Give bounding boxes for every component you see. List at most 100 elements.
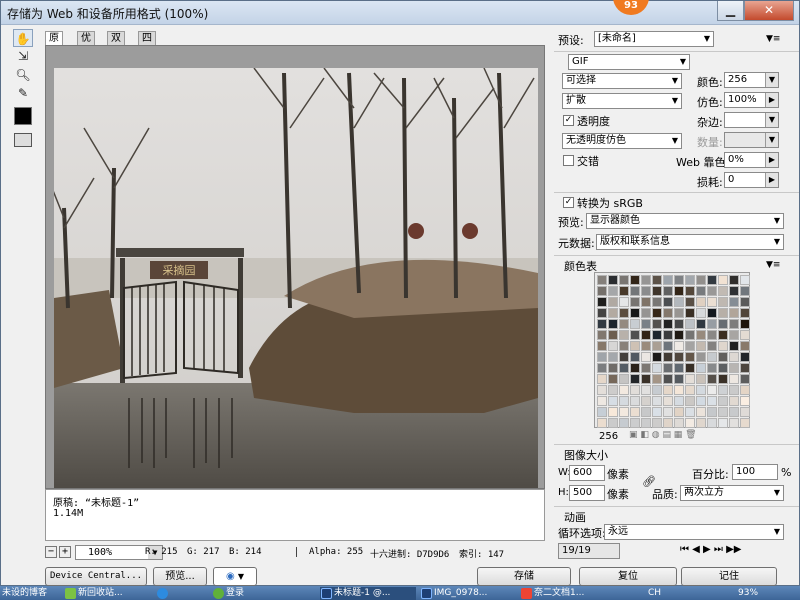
- color-swatch[interactable]: [696, 297, 706, 307]
- color-swatch[interactable]: [630, 319, 640, 329]
- color-swatch[interactable]: [608, 363, 618, 373]
- color-swatch[interactable]: [707, 407, 717, 417]
- color-swatch[interactable]: [641, 396, 651, 406]
- color-swatch[interactable]: [718, 407, 728, 417]
- hand-icon[interactable]: ✋: [13, 29, 33, 47]
- color-swatch[interactable]: [707, 286, 717, 296]
- color-swatch[interactable]: [608, 308, 618, 318]
- color-swatch[interactable]: [740, 352, 750, 362]
- color-swatch[interactable]: [707, 418, 717, 428]
- color-swatch[interactable]: [740, 275, 750, 285]
- color-swatch[interactable]: [740, 286, 750, 296]
- color-swatch[interactable]: [663, 308, 673, 318]
- color-table-menu-icon[interactable]: ▼≡: [766, 260, 780, 270]
- color-swatch[interactable]: [729, 418, 739, 428]
- color-swatch[interactable]: [630, 286, 640, 296]
- color-swatch[interactable]: [663, 418, 673, 428]
- color-swatch[interactable]: [740, 330, 750, 340]
- color-swatch[interactable]: [729, 374, 739, 384]
- color-swatch[interactable]: [641, 297, 651, 307]
- color-swatch[interactable]: [685, 275, 695, 285]
- color-swatch[interactable]: [619, 385, 629, 395]
- notification-badge[interactable]: 93: [613, 0, 649, 15]
- quality-select[interactable]: 两次立方 ▼: [680, 485, 784, 501]
- color-swatch[interactable]: [619, 407, 629, 417]
- color-swatch[interactable]: [674, 319, 684, 329]
- color-swatch[interactable]: [729, 385, 739, 395]
- color-swatch[interactable]: [674, 396, 684, 406]
- matte-combo[interactable]: ▼: [724, 112, 779, 128]
- color-swatch[interactable]: [641, 319, 651, 329]
- color-swatch[interactable]: [696, 407, 706, 417]
- color-swatch[interactable]: [696, 396, 706, 406]
- color-swatch[interactable]: [696, 319, 706, 329]
- minimize-icon[interactable]: ▁: [717, 1, 744, 21]
- taskbar-item-browser[interactable]: [156, 587, 208, 600]
- color-swatch[interactable]: [597, 275, 607, 285]
- color-swatch[interactable]: [630, 385, 640, 395]
- slice-select-icon[interactable]: ⇲: [13, 47, 33, 65]
- tab-original[interactable]: 原稿: [45, 31, 63, 58]
- color-swatch[interactable]: [597, 286, 607, 296]
- color-swatch[interactable]: [619, 341, 629, 351]
- interlaced-checkbox[interactable]: [563, 155, 574, 166]
- color-swatch[interactable]: [641, 418, 651, 428]
- preset-select[interactable]: [未命名] ▼: [594, 31, 714, 47]
- color-swatch[interactable]: [674, 308, 684, 318]
- color-swatch[interactable]: [685, 330, 695, 340]
- color-swatch[interactable]: [718, 330, 728, 340]
- color-swatch[interactable]: [718, 418, 728, 428]
- taskbar-item-blog[interactable]: 未设的博客: [0, 587, 58, 600]
- color-reduction-select[interactable]: 可选择 ▼: [562, 73, 682, 89]
- color-swatch[interactable]: [663, 297, 673, 307]
- color-swatch[interactable]: [740, 396, 750, 406]
- color-swatch[interactable]: [630, 374, 640, 384]
- color-swatch[interactable]: [707, 352, 717, 362]
- zoom-icon[interactable]: 🔍︎: [13, 66, 33, 84]
- color-swatch[interactable]: [663, 275, 673, 285]
- color-swatch[interactable]: [630, 275, 640, 285]
- color-swatch[interactable]: [729, 330, 739, 340]
- color-swatch[interactable]: [663, 341, 673, 351]
- color-swatch[interactable]: [608, 286, 618, 296]
- eyedropper-color-swatch[interactable]: [14, 107, 32, 125]
- color-swatch[interactable]: [597, 308, 607, 318]
- color-swatch[interactable]: [674, 275, 684, 285]
- color-swatch[interactable]: [630, 418, 640, 428]
- taskbar-item-img[interactable]: IMG_0978...: [420, 587, 516, 600]
- close-icon[interactable]: ✕: [744, 1, 794, 21]
- color-swatch[interactable]: [641, 352, 651, 362]
- loop-select[interactable]: 永远 ▼: [604, 524, 784, 540]
- toggle-slice-visibility-icon[interactable]: [14, 133, 32, 147]
- preview-button[interactable]: 预览...: [153, 567, 207, 586]
- color-swatch[interactable]: [685, 308, 695, 318]
- color-swatch[interactable]: [663, 385, 673, 395]
- color-swatch[interactable]: [652, 385, 662, 395]
- color-swatch[interactable]: [663, 330, 673, 340]
- remember-button[interactable]: 记住: [681, 567, 777, 586]
- color-swatch[interactable]: [608, 374, 618, 384]
- color-swatch[interactable]: [630, 363, 640, 373]
- color-swatch[interactable]: [696, 363, 706, 373]
- color-swatch[interactable]: [652, 407, 662, 417]
- color-swatch[interactable]: [630, 297, 640, 307]
- color-swatch[interactable]: [718, 374, 728, 384]
- color-swatch[interactable]: [597, 418, 607, 428]
- color-swatch[interactable]: [740, 297, 750, 307]
- color-swatch[interactable]: [608, 385, 618, 395]
- color-swatch[interactable]: [685, 352, 695, 362]
- color-swatch[interactable]: [707, 385, 717, 395]
- color-swatch[interactable]: [652, 341, 662, 351]
- color-swatch[interactable]: [652, 319, 662, 329]
- color-swatch[interactable]: [707, 275, 717, 285]
- color-swatch[interactable]: [740, 363, 750, 373]
- color-swatch[interactable]: [630, 407, 640, 417]
- color-swatch[interactable]: [652, 352, 662, 362]
- color-swatch[interactable]: [597, 352, 607, 362]
- color-swatch[interactable]: [729, 319, 739, 329]
- color-swatch[interactable]: [630, 352, 640, 362]
- color-swatch[interactable]: [740, 385, 750, 395]
- height-input[interactable]: 500: [569, 485, 605, 501]
- color-swatch[interactable]: [685, 363, 695, 373]
- color-swatch[interactable]: [718, 319, 728, 329]
